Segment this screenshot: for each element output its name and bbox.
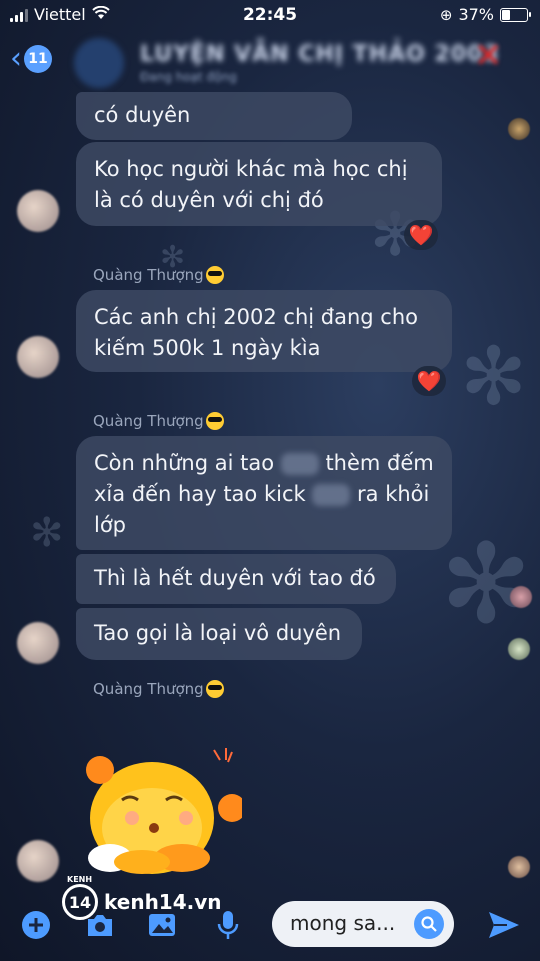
message-line: lớp [94, 513, 127, 537]
message-text: Thì là hết duyên với tao đó [94, 566, 376, 590]
photo-button[interactable] [146, 909, 178, 941]
heart-reaction[interactable]: ❤️ [404, 220, 438, 250]
sender-name: Quàng Thượng [93, 266, 224, 284]
unread-count-badge: 11 [24, 45, 52, 73]
group-avatar[interactable] [74, 38, 124, 88]
chevron-left-icon: ‹ [10, 41, 22, 76]
read-receipt-avatar [510, 586, 532, 608]
message-input-text: mong sa... [290, 911, 396, 935]
sender-avatar[interactable] [17, 336, 59, 378]
microphone-button[interactable] [212, 909, 244, 941]
photo-icon [149, 914, 175, 936]
message-text: Các anh chị 2002 chị đang cho kiếm 500k … [94, 305, 418, 360]
read-receipt-avatar [508, 118, 530, 140]
sender-avatar[interactable] [17, 190, 59, 232]
add-button[interactable] [20, 909, 52, 941]
camera-button[interactable] [84, 909, 116, 941]
message-text: Tao gọi là loại vô duyên [94, 621, 342, 645]
message-bubble[interactable]: có duyên [76, 92, 352, 140]
sender-name: Quàng Thượng [93, 680, 224, 698]
snowflake-decoration: ✻ [440, 520, 533, 648]
send-button[interactable] [486, 909, 522, 941]
back-button[interactable]: ‹ 11 [10, 44, 52, 74]
censored-word [312, 484, 351, 506]
message-bubble[interactable]: Ko học người khác mà học chị là có duyên… [76, 142, 442, 226]
send-icon [489, 912, 519, 938]
message-line: xỉa đến hay tao kick ra khỏi [94, 482, 430, 506]
sender-name: Quàng Thượng [93, 412, 224, 430]
snowflake-decoration: ✻ [460, 330, 528, 423]
rotation-lock-icon: ⊕ [439, 5, 453, 24]
status-bar: Viettel 22:45 ⊕ 37% [0, 0, 540, 32]
censored-word [280, 453, 319, 475]
message-input[interactable]: mong sa... [272, 901, 454, 947]
message-line: Còn những ai tao thèm đếm [94, 451, 434, 475]
red-x-mark-icon: ✕ [474, 36, 503, 76]
message-bubble[interactable]: Tao gọi là loại vô duyên [76, 608, 362, 660]
message-bubble[interactable]: Thì là hết duyên với tao đó [76, 554, 396, 604]
chat-status: Đang hoạt động [140, 70, 237, 84]
cool-sunglasses-emoji-icon [205, 680, 224, 698]
composer-bar: mong sa... [0, 895, 540, 961]
microphone-icon [217, 911, 239, 939]
snowflake-decoration: ✻ [30, 510, 64, 556]
chat-header: ‹ 11 LUYỆN VẪN CHỊ THẢO 2003 ✕ Đang hoạt… [0, 32, 540, 92]
cute-yellow-creature-sticker[interactable] [82, 740, 246, 880]
read-receipt-avatar [508, 856, 530, 878]
read-receipt-avatar [508, 638, 530, 660]
plus-circle-icon [22, 911, 50, 939]
message-bubble[interactable]: Các anh chị 2002 chị đang cho kiếm 500k … [76, 290, 452, 372]
camera-icon [88, 915, 112, 936]
message-bubble[interactable]: Còn những ai tao thèm đếm xỉa đến hay ta… [76, 436, 452, 550]
sender-avatar[interactable] [17, 622, 59, 664]
heart-reaction[interactable]: ❤️ [412, 366, 446, 396]
battery-percent: 37% [458, 5, 494, 24]
chat-title[interactable]: LUYỆN VẪN CHỊ THẢO 2003 [140, 42, 500, 67]
search-icon[interactable] [414, 909, 444, 939]
message-text: Ko học người khác mà học chị là có duyên… [94, 157, 408, 212]
cool-sunglasses-emoji-icon [205, 412, 224, 430]
cool-sunglasses-emoji-icon [205, 266, 224, 284]
battery-icon [500, 7, 531, 22]
message-text: có duyên [94, 103, 191, 127]
sender-avatar[interactable] [17, 840, 59, 882]
